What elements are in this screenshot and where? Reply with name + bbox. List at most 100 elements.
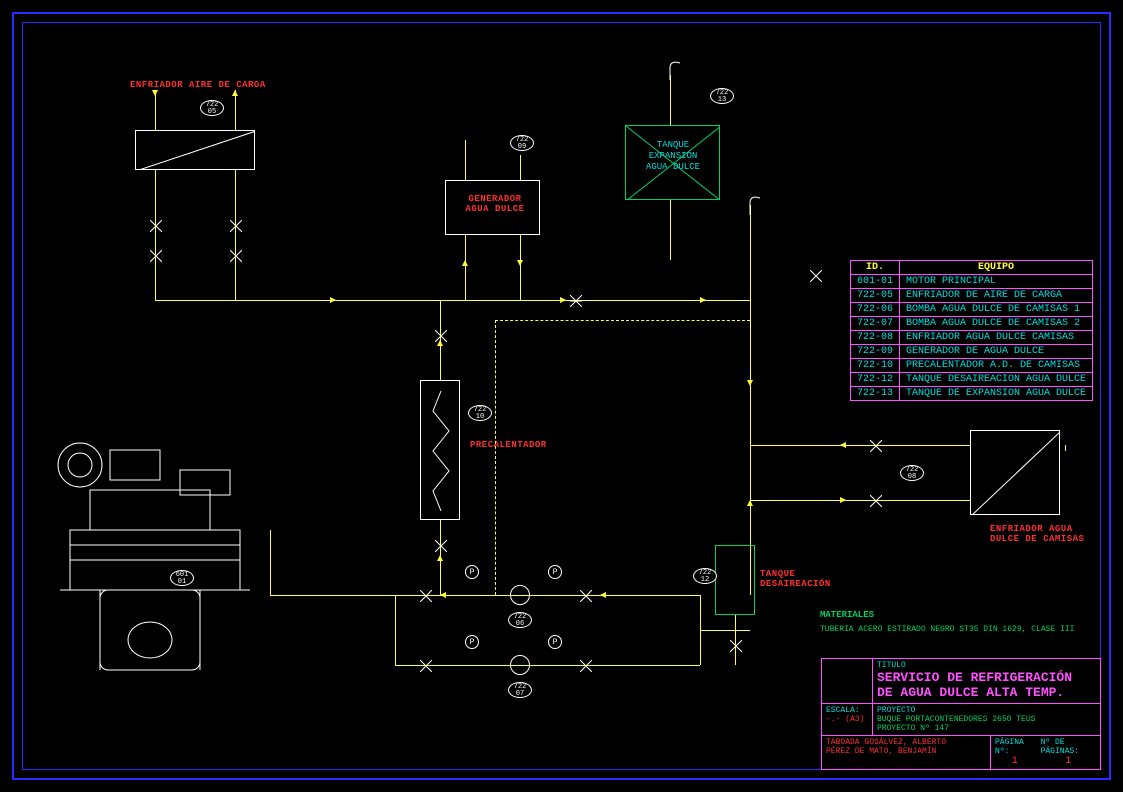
pipe xyxy=(395,595,396,665)
table-cell: 722-12 xyxy=(850,373,899,387)
npaginas-label: Nº DE PÁGINAS: xyxy=(1041,738,1096,756)
label-materiales-hdr: MATERIALES xyxy=(820,610,874,620)
tag-text: 722 13 xyxy=(716,89,729,104)
flow-arrow-icon xyxy=(700,297,706,303)
motor-principal-symbol xyxy=(40,420,270,680)
table-cell: 722-05 xyxy=(850,289,899,303)
pressure-indicator: P xyxy=(548,565,562,579)
valve-icon xyxy=(150,250,162,262)
table-cell: 722-08 xyxy=(850,331,899,345)
flow-arrow-icon xyxy=(747,380,753,386)
flow-arrow-icon xyxy=(330,297,336,303)
pressure-indicator: P xyxy=(465,565,479,579)
pipe xyxy=(1065,445,1066,451)
table-cell: 722-06 xyxy=(850,303,899,317)
valve-icon xyxy=(870,440,882,452)
table-cell: BOMBA AGUA DULCE DE CAMISAS 2 xyxy=(899,317,1092,331)
table-cell: 601-01 xyxy=(850,275,899,289)
flow-arrow-icon xyxy=(232,90,238,96)
equip-col-id: ID. xyxy=(850,261,899,275)
proyecto-label: PROYECTO xyxy=(877,706,1096,715)
tag-text: 722 10 xyxy=(474,406,487,421)
pipe xyxy=(235,170,236,300)
pipe xyxy=(750,445,970,446)
escala-value: -.- (A3) xyxy=(826,715,868,724)
flow-arrow-icon xyxy=(462,260,468,266)
tanque-desaireacion-symbol xyxy=(715,545,755,615)
valve-icon xyxy=(420,590,432,602)
flow-arrow-icon xyxy=(840,442,846,448)
valve-icon xyxy=(150,220,162,232)
valve-icon xyxy=(420,660,432,672)
table-cell: 722-10 xyxy=(850,359,899,373)
tag-text: 722 12 xyxy=(699,569,712,584)
vent-hook-icon xyxy=(655,60,685,80)
pipe-dashed xyxy=(495,320,496,595)
table-cell: 722-13 xyxy=(850,387,899,401)
tag-601-01: 601 01 xyxy=(170,570,194,586)
table-row: 722-06BOMBA AGUA DULCE DE CAMISAS 1 xyxy=(850,303,1092,317)
table-cell: TANQUE DESAIREACION AGUA DULCE xyxy=(899,373,1092,387)
flow-arrow-icon xyxy=(600,592,606,598)
precalentador-symbol xyxy=(420,380,460,520)
valve-icon xyxy=(435,540,447,552)
table-cell: BOMBA AGUA DULCE DE CAMISAS 1 xyxy=(899,303,1092,317)
flow-arrow-icon xyxy=(440,592,446,598)
pagina-label: PÁGINA Nº: xyxy=(995,738,1035,756)
drawing-title: SERVICIO DE REFRIGERACIÓN DE AGUA DULCE … xyxy=(877,670,1096,701)
table-cell: PRECALENTADOR A.D. DE CAMISAS xyxy=(899,359,1092,373)
table-cell: ENFRIADOR DE AIRE DE CARGA xyxy=(899,289,1092,303)
tag-722-13: 722 13 xyxy=(710,88,734,104)
label-materiales-txt: TUBERIA ACERO ESTIRADO NEGRO ST35 DIN 16… xyxy=(820,625,1074,634)
valve-icon xyxy=(580,590,592,602)
table-cell: ENFRIADOR AGUA DULCE CAMISAS xyxy=(899,331,1092,345)
pump-symbol xyxy=(510,655,530,675)
pipe xyxy=(700,630,750,631)
equip-col-equipo: EQUIPO xyxy=(899,261,1092,275)
pipe xyxy=(750,500,970,501)
flow-arrow-icon xyxy=(560,297,566,303)
flow-arrow-icon xyxy=(840,497,846,503)
pipe xyxy=(395,665,700,666)
pipe xyxy=(155,90,156,130)
proyecto-value: BUQUE PORTACONTENEDORES 2650 TEUS PROYEC… xyxy=(877,715,1096,733)
valve-icon xyxy=(580,660,592,672)
title-block: TITULO SERVICIO DE REFRIGERACIÓN DE AGUA… xyxy=(821,658,1101,770)
equipment-table: ID. EQUIPO 601-01MOTOR PRINCIPAL722-05EN… xyxy=(850,260,1093,401)
table-row: 722-10PRECALENTADOR A.D. DE CAMISAS xyxy=(850,359,1092,373)
pump-symbol xyxy=(510,585,530,605)
pipe xyxy=(670,200,671,260)
table-cell: TANQUE DE EXPANSION AGUA DULCE xyxy=(899,387,1092,401)
valve-icon xyxy=(435,330,447,342)
table-row: 601-01MOTOR PRINCIPAL xyxy=(850,275,1092,289)
label-tanque-desaireacion: TANQUE DESAIREACIÓN xyxy=(760,570,830,590)
table-cell: MOTOR PRINCIPAL xyxy=(899,275,1092,289)
tag-722-10: 722 10 xyxy=(468,405,492,421)
label-generador-agua: GENERADOR AGUA DULCE xyxy=(455,195,535,215)
enfriador-camisas-symbol xyxy=(970,430,1060,515)
tag-text: 722 05 xyxy=(206,101,219,116)
table-cell: 722-07 xyxy=(850,317,899,331)
pipe xyxy=(465,140,466,180)
label-enfriador-camisas: ENFRIADOR AGUA DULCE DE CAMISAS xyxy=(990,525,1090,545)
autores: TABOADA GOSÁLVEZ, ALBERTO PÉREZ DE MATO,… xyxy=(826,738,986,756)
npaginas-value: 1 xyxy=(1041,756,1096,767)
tag-722-12: 722 12 xyxy=(693,568,717,584)
flow-arrow-icon xyxy=(152,90,158,96)
table-row: 722-13TANQUE DE EXPANSION AGUA DULCE xyxy=(850,387,1092,401)
pipe xyxy=(670,75,671,125)
pipe xyxy=(270,530,271,595)
label-enfriador-aire: ENFRIADOR AIRE DE CARGA xyxy=(130,80,266,90)
label-precalentador: PRECALENTADOR xyxy=(470,440,547,450)
pipe-dashed xyxy=(495,320,750,321)
valve-icon xyxy=(230,250,242,262)
valve-icon xyxy=(230,220,242,232)
label-tanque-expansion: TANQUE EXPANSIÓN AGUA DULCE xyxy=(638,140,708,172)
tag-722-05: 722 05 xyxy=(200,100,224,116)
pagina-value: 1 xyxy=(995,756,1035,767)
flow-arrow-icon xyxy=(437,555,443,561)
tag-722-07: 722 07 xyxy=(508,682,532,698)
tag-722-09: 722 09 xyxy=(510,135,534,151)
table-row: 722-12TANQUE DESAIREACION AGUA DULCE xyxy=(850,373,1092,387)
table-row: 722-08ENFRIADOR AGUA DULCE CAMISAS xyxy=(850,331,1092,345)
